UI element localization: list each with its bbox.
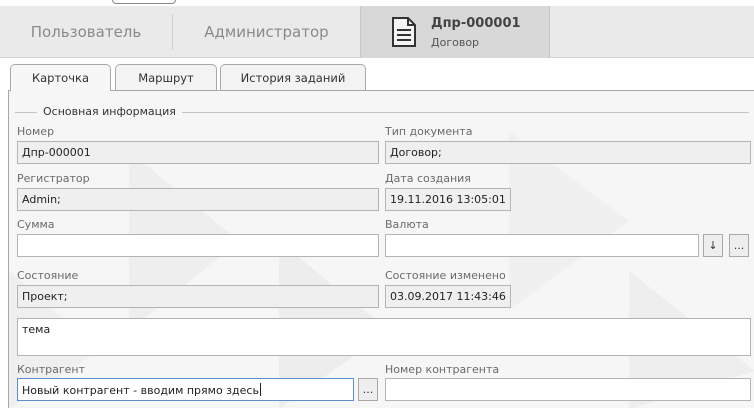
- contractor-label: Контрагент: [17, 363, 86, 376]
- registrar-label: Регистратор: [17, 172, 90, 185]
- number-field[interactable]: Дпр-000001: [17, 141, 379, 164]
- state-label: Состояние: [17, 269, 79, 282]
- contractor-input-text: Новый контрагент - вводим прямо здесь: [22, 384, 259, 397]
- created-label: Дата создания: [385, 172, 471, 185]
- registrar-field[interactable]: Admin;: [17, 188, 379, 211]
- sum-label: Сумма: [17, 218, 55, 231]
- currency-ellipsis-button[interactable]: ...: [729, 234, 749, 257]
- arrow-down-icon: ↓: [708, 239, 718, 252]
- window-edge: [112, 0, 176, 4]
- currency-label: Валюта: [385, 218, 429, 231]
- tab-task-history[interactable]: История заданий: [220, 64, 366, 90]
- number-label: Номер: [17, 125, 55, 138]
- doctype-field[interactable]: Договор;: [385, 141, 751, 164]
- group-title: Основная информация: [37, 105, 182, 118]
- currency-select-button[interactable]: ↓: [703, 234, 723, 257]
- contractor-input[interactable]: Новый контрагент - вводим прямо здесь: [17, 378, 354, 401]
- sum-field[interactable]: [17, 234, 379, 257]
- tab-strip: Карточка Маршрут История заданий: [0, 58, 754, 91]
- doctype-label: Тип документа: [385, 125, 473, 138]
- card-panel: Основная информация Номер Дпр-000001 Тип…: [8, 90, 754, 408]
- document-number: Дпр-000001: [431, 16, 521, 31]
- header-bar: Пользователь Администратор Дпр-000001 До…: [0, 6, 754, 58]
- tab-route[interactable]: Маршрут: [115, 64, 217, 90]
- state-changed-label: Состояние изменено: [385, 269, 506, 282]
- state-changed-field[interactable]: 03.09.2017 11:43:46: [385, 285, 511, 308]
- tab-card[interactable]: Карточка: [10, 64, 111, 91]
- contractor-number-label: Номер контрагента: [385, 363, 500, 376]
- document-icon: [392, 17, 416, 47]
- tab-admin[interactable]: Администратор: [173, 6, 360, 58]
- tab-document[interactable]: Дпр-000001 Договор: [360, 6, 550, 58]
- currency-field[interactable]: [385, 234, 699, 257]
- contractor-number-field[interactable]: [385, 378, 751, 401]
- subject-textarea[interactable]: тема: [17, 318, 751, 356]
- contractor-ellipsis-button[interactable]: ...: [358, 378, 378, 401]
- document-type: Договор: [431, 36, 480, 49]
- text-cursor: [259, 383, 261, 396]
- tab-user[interactable]: Пользователь: [0, 6, 172, 58]
- state-field[interactable]: Проект;: [17, 285, 379, 308]
- created-field[interactable]: 19.11.2016 13:05:01: [385, 188, 511, 211]
